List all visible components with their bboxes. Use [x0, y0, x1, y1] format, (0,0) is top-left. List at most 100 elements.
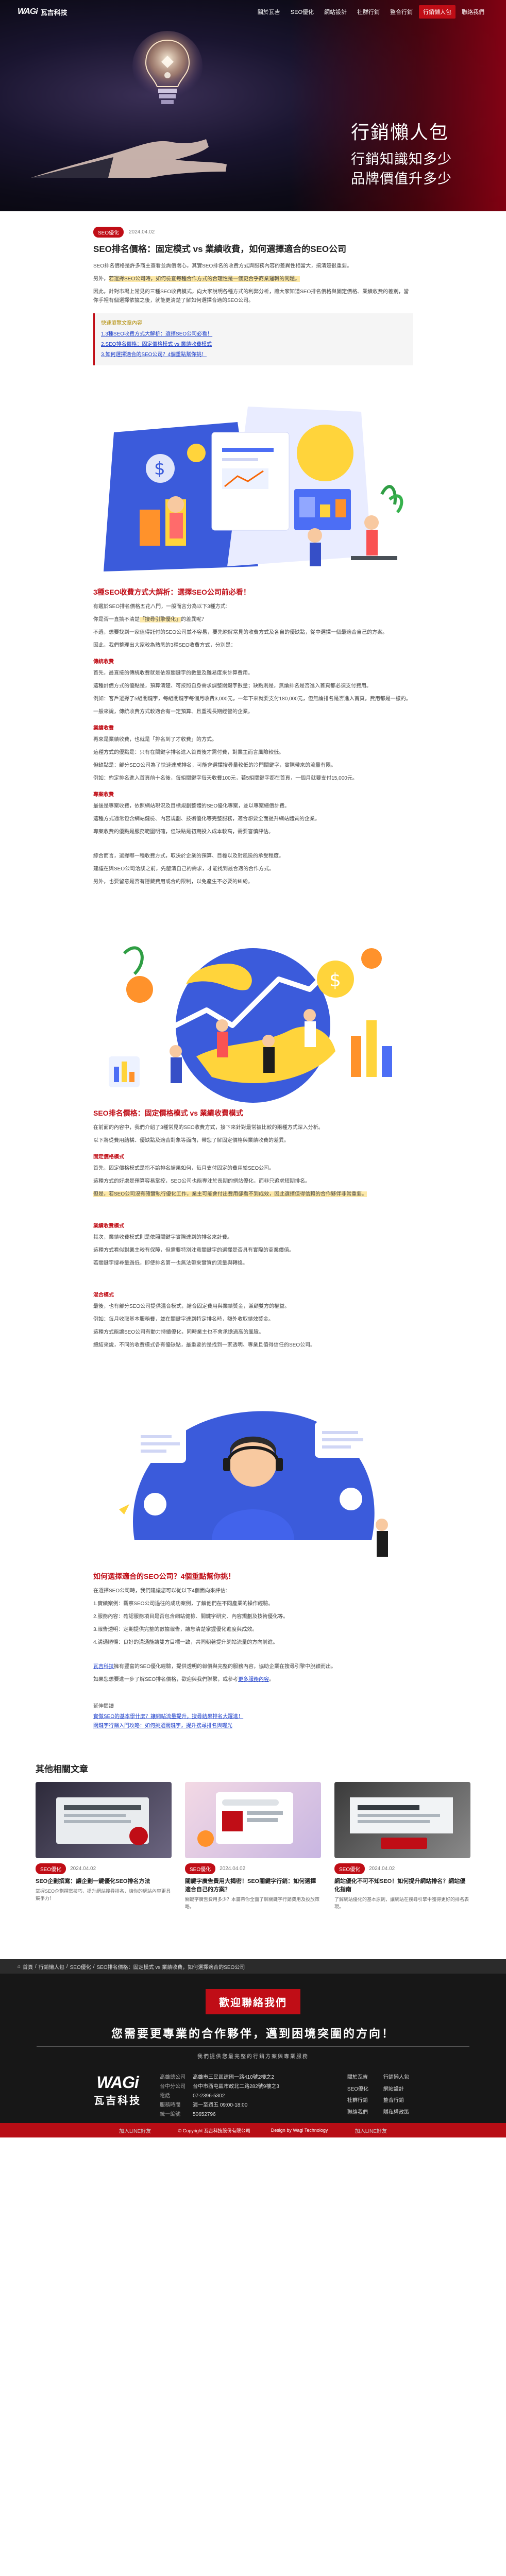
card-tag[interactable]: SEO優化 [185, 1863, 216, 1874]
company-link[interactable]: 瓦吉科技 [93, 1664, 114, 1670]
line-friend-link-right[interactable]: 加入LINE好友 [355, 2127, 387, 2134]
breadcrumb-separator: / [66, 1963, 68, 1969]
service-link[interactable]: 更多服務內容 [238, 1677, 269, 1682]
footer-logo-text: 瓦吉科技 [94, 2095, 142, 2107]
footer-link[interactable]: 社群行銷 [347, 2096, 383, 2108]
card-title[interactable]: 關鍵字廣告費用大揭密！SEO關鍵字行銷：如何選擇適合自己的方案？ [185, 1877, 321, 1894]
footer-link[interactable]: 整合行銷 [383, 2096, 419, 2108]
footer-link[interactable]: 關於瓦吉 [347, 2073, 383, 2085]
card-thumbnail [334, 1782, 470, 1858]
breadcrumb-home[interactable]: 首頁 [23, 1963, 33, 1971]
footer-logo-mark: WAGi [96, 2073, 139, 2092]
text-paragraph: 一般來說，傳統收費方式較適合有一定預算、且重視長期經營的企業。 [93, 709, 253, 715]
post-date: 2024.04.02 [129, 229, 155, 235]
text-paragraph: 首先，固定價格模式是指不論排名結果如何，每月支付固定的費用給SEO公司。 [93, 1166, 275, 1171]
hand-illustration [31, 139, 227, 178]
svg-text:$: $ [329, 970, 341, 991]
support-illustration [93, 1386, 413, 1566]
text-paragraph: 例如：客戶選擇了5組關鍵字，每組關鍵字每個月收費3,000元，一年下來就要支付1… [93, 696, 411, 702]
s1-paragraph-3: 不過，想要找到一家值得託付的SEO公司並不容易，要先瞭解常見的收費方式及各自的優… [93, 630, 388, 635]
card-description: 關鍵字廣告費用多少？本篇帶你全面了解關鍵字行銷費用及投放策略。 [185, 1897, 320, 1909]
model-heading-hybrid: 混合模式 [93, 1292, 114, 1298]
card-title[interactable]: SEO企劃撰寫：讓企劃一鍵優化SEO排名方法 [36, 1877, 172, 1885]
nav-social[interactable]: 社群行銷 [353, 5, 384, 19]
logo-text: 瓦吉科技 [40, 8, 68, 16]
further-reading: 延伸閱讀 實做SEO的基本學什麼？讓網站流量提升，搜尋結果排名大躍進！ 關鍵字行… [93, 1702, 413, 1731]
model-heading-fixed: 固定價格模式 [93, 1154, 124, 1160]
contact-us-button[interactable]: 歡迎聯絡我們 [206, 1989, 300, 2014]
toc-link-1[interactable]: 1.3種SEO收費方式大解析：選擇SEO公司必看！ [101, 329, 407, 340]
text-paragraph: 綜合而言，選擇哪一種收費方式，取決於企業的預算、目標以及對風險的承受程度。 [93, 853, 284, 859]
text-paragraph: 另外，也要留意是否有隱藏費用或合約限制，以免產生不必要的糾紛。 [93, 879, 253, 885]
nav-web-design[interactable]: 網站設計 [320, 5, 351, 19]
finance-illustration: $ [93, 401, 413, 582]
breadcrumb: ⌂ 首頁 / 行銷懶人包 / SEO優化 / SEO排名價格：固定模式 vs 業… [0, 1959, 506, 1974]
divider [37, 2046, 469, 2047]
main-nav: 關於瓦吉 SEO優化 網站設計 社群行銷 整合行銷 行銷懶人包 聯絡我們 [254, 5, 488, 19]
intro-paragraph-1: SEO排名價格是許多商主查看並詢價關心，其實SEO排名的收費方式與服務內容的差異… [93, 263, 352, 269]
cta-subtext: 我們提供您最完整的行銷方案與專業服務 [197, 2054, 309, 2060]
s1-paragraph-2: 你是否一直搞不清楚「搜尋引擎優化」的差異呢？ [93, 617, 207, 622]
text-paragraph: 以下將從費用結構、優缺點及適合對象等面向，帶您了解固定價格與業績收費的差異。 [93, 1138, 289, 1143]
nav-marketing-pack[interactable]: 行銷懶人包 [419, 5, 456, 19]
related-card-2[interactable]: SEO優化 2024.04.02 關鍵字廣告費用大揭密！SEO關鍵字行銷：如何選擇… [185, 1782, 321, 1910]
text-paragraph: 但是，若SEO公司沒有確實執行優化工作，業主可能會付出費用卻看不到成效，因此選擇… [93, 1190, 413, 1199]
footer-link[interactable]: 行銷懶人包 [383, 2073, 419, 2085]
nav-contact[interactable]: 聯絡我們 [458, 5, 488, 19]
card-tag[interactable]: SEO優化 [334, 1863, 365, 1874]
text-paragraph: 這種方式能讓SEO公司有動力持續優化，同時業主也不會承擔過高的風險。 [93, 1329, 264, 1335]
text-paragraph: 最後是專案收費，依照網站現況及目標規劃整體的SEO優化專案，並以專案總價計費。 [93, 803, 290, 809]
text-paragraph: 若關鍵字搜尋量過低，即使排名第一也無法帶來實質的流量與轉換。 [93, 1260, 248, 1266]
related-card-1[interactable]: SEO優化 2024.04.02 SEO企劃撰寫：讓企劃一鍵優化SEO排名方法 掌… [36, 1782, 172, 1910]
hero-banner: 行銷懶人包 行銷知識知多少 品牌價值升多少 [0, 0, 506, 211]
text-paragraph: 最後，也有部分SEO公司提供混合模式，結合固定費用與業績獎金，兼顧雙方的權益。 [93, 1304, 290, 1309]
contact-label: 台中分公司 [160, 2084, 186, 2090]
breadcrumb-marketing[interactable]: 行銷懶人包 [39, 1963, 64, 1971]
contact-value[interactable]: 07-2396-5302 [193, 2092, 225, 2101]
further-reading-link-1[interactable]: 實做SEO的基本學什麼？讓網站流量提升，搜尋結果排名大躍進！ [93, 1712, 413, 1722]
section-heading-2: SEO排名價格：固定價格模式 vs 業績收費模式 [93, 1109, 243, 1117]
footer-link[interactable]: 聯絡我們 [347, 2108, 383, 2120]
toc-link-2[interactable]: 2.SEO排名價格：固定價格模式 vs 業績收費模式 [101, 340, 407, 350]
hero-subtitle-2: 品牌價值升多少 [351, 171, 452, 187]
footer-link[interactable]: SEO優化 [347, 2085, 383, 2097]
text-paragraph: 在選擇SEO公司時，我們建議您可以從以下4個面向來評估： [93, 1588, 231, 1594]
contact-value: 50652796 [193, 2112, 216, 2117]
text-paragraph: 這種方式通常包含網站健檢、內容規劃、技術優化等完整服務，適合想要全面提升網站體質… [93, 816, 320, 822]
nav-integrated[interactable]: 整合行銷 [386, 5, 417, 19]
line-friend-link-left[interactable]: 加入LINE好友 [119, 2127, 151, 2134]
criteria-item: 1.實績案例：觀察SEO公司過往的成功案例，了解他們在不同產業的操作經驗。 [93, 1601, 274, 1607]
toc-link-3[interactable]: 3.如何選擇適合的SEO公司？4個重點幫你挑！ [101, 350, 407, 360]
nav-seo[interactable]: SEO優化 [286, 5, 318, 19]
text-paragraph: 這種方式的好處是預算容易掌控，SEO公司也能專注於長期的網站優化，而非只追求短期… [93, 1178, 311, 1184]
hero-subtitle-1: 行銷知識知多少 [351, 151, 452, 167]
related-title: 其他相關文章 [36, 1764, 88, 1774]
article-meta: SEO優化 2024.04.02 [93, 227, 413, 238]
footer-link[interactable]: 網站設計 [383, 2085, 419, 2097]
table-of-contents: 快速瀏覽文章內容 1.3種SEO收費方式大解析：選擇SEO公司必看！ 2.SEO… [93, 313, 413, 365]
highlighted-text: 但是，若SEO公司沒有確實執行優化工作，業主可能會付出費用卻看不到成效，因此選擇… [93, 1191, 367, 1197]
card-thumbnail [36, 1782, 172, 1858]
logo[interactable]: WAGi 瓦吉科技 [18, 7, 68, 17]
highlighted-text: 「搜尋引擎優化」 [140, 617, 181, 622]
footer-link[interactable]: 隱私權政策 [383, 2108, 419, 2120]
method-heading-project: 專案收費 [93, 792, 114, 798]
further-reading-link-2[interactable]: 關鍵字行銷入門攻略：如何挑選關鍵字，提升搜尋排名與曝光 [93, 1722, 413, 1731]
intro-paragraph-2: 另外，若選擇SEO公司時，如何檢查每種合作方式的合理性是一個更合乎商業邏輯的問題… [93, 276, 300, 282]
footer-logo[interactable]: WAGi 瓦吉科技 [87, 2073, 148, 2119]
intro-paragraph-3: 因此，針對市場上常見的三種SEO收費模式，向大家說明各種方式的利弊分析，讓大家知… [93, 289, 409, 304]
card-tag[interactable]: SEO優化 [36, 1863, 66, 1874]
nav-about[interactable]: 關於瓦吉 [254, 5, 284, 19]
card-thumbnail [185, 1782, 321, 1858]
method-heading-performance: 業績收費 [93, 726, 114, 731]
breadcrumb-seo[interactable]: SEO優化 [70, 1963, 91, 1971]
text-paragraph: 如果您想要進一步了解SEO排名價格，歡迎與我們聯繫，或參考更多服務內容。 [93, 1677, 275, 1682]
breadcrumb-current: SEO排名價格：固定模式 vs 業績收費，如何選擇適合的SEO公司 [96, 1964, 245, 1971]
category-tag[interactable]: SEO優化 [93, 227, 124, 238]
s1-paragraph-4: 因此，我們整理出大家較為熟悉的3種SEO收費方式，分別是： [93, 643, 236, 648]
related-card-3[interactable]: SEO優化 2024.04.02 網站優化不可不知SEO！如何提升網站排名？網站優… [334, 1782, 470, 1910]
contact-list: 高雄總公司 高雄市三民區建國一路410號2樓之2 台中分公司 台中市西屯區市政北二路… [160, 2073, 279, 2119]
home-icon[interactable]: ⌂ [18, 1964, 21, 1969]
toc-title: 快速瀏覽文章內容 [101, 321, 142, 326]
card-title[interactable]: 網站優化不可不知SEO！如何提升網站排名？網站優化指南 [334, 1877, 470, 1894]
